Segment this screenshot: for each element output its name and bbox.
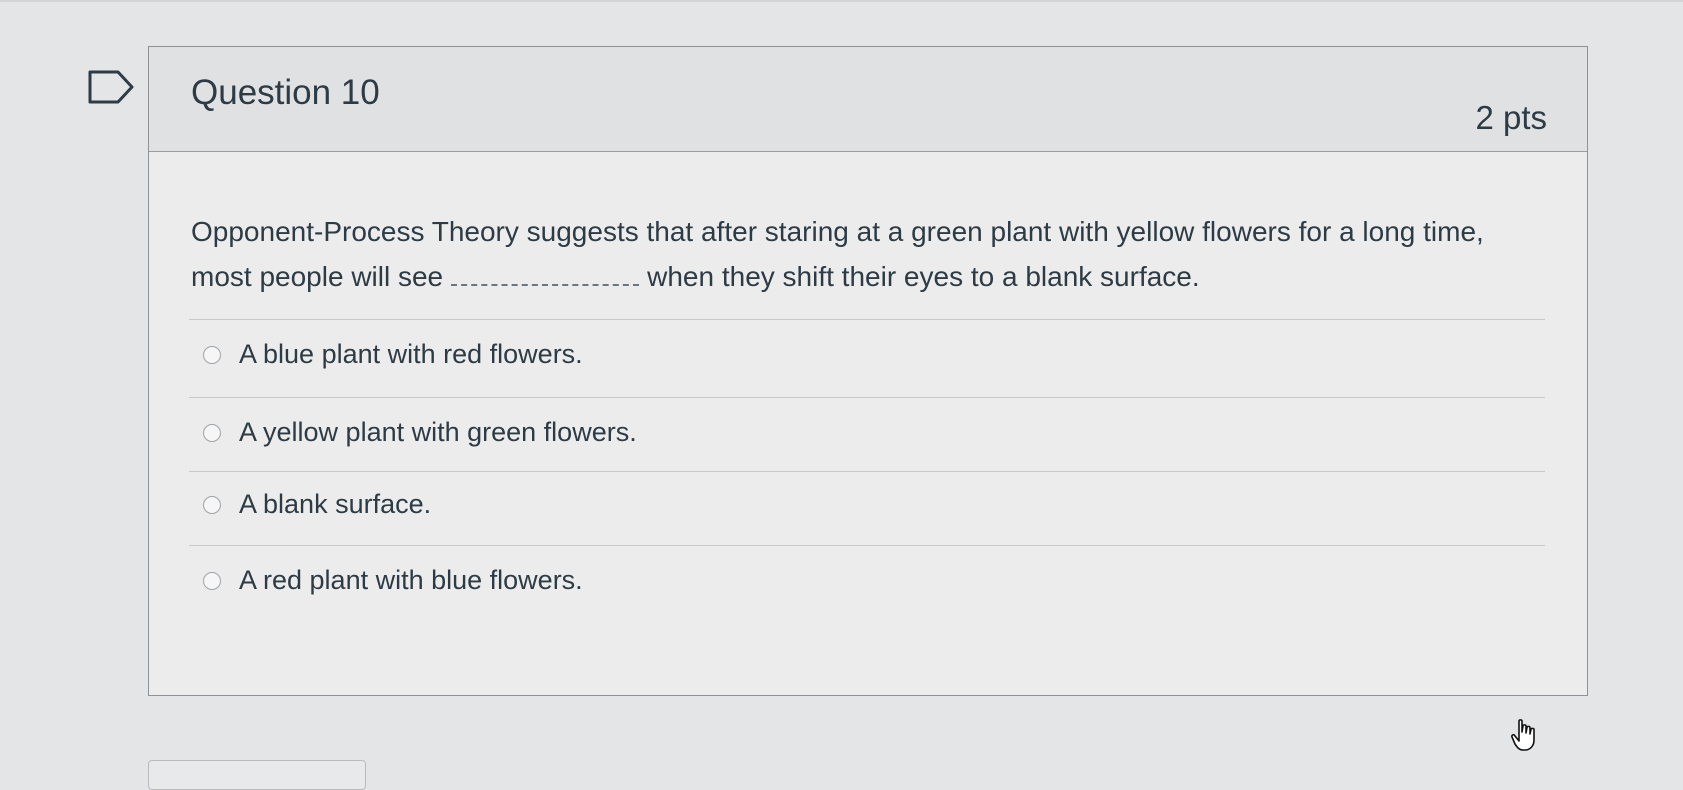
question-title: Question 10: [191, 73, 380, 112]
answer-label: A red plant with blue flowers.: [239, 565, 583, 595]
answer-label: A yellow plant with green flowers.: [239, 417, 637, 447]
question-points: 2 pts: [1475, 99, 1547, 136]
answer-divider: [189, 471, 1545, 472]
answer-option-4[interactable]: A red plant with blue flowers.: [203, 565, 583, 596]
hand-pointer-icon: [1511, 719, 1535, 751]
question-header: Question 10 2 pts: [149, 47, 1587, 152]
answer-label: A blank surface.: [239, 489, 432, 519]
radio-button[interactable]: [203, 571, 221, 590]
question-text: Opponent-Process Theory suggests that af…: [191, 209, 1541, 299]
question-text-after: when they shift their eyes to a blank su…: [647, 261, 1200, 292]
radio-button[interactable]: [203, 495, 221, 514]
flag-icon[interactable]: [88, 70, 134, 104]
question-card: Question 10 2 pts Opponent-Process Theor…: [148, 46, 1588, 696]
top-divider: [0, 0, 1683, 2]
answer-divider: [189, 545, 1545, 546]
answer-option-1[interactable]: A blue plant with red flowers.: [203, 339, 583, 370]
answer-option-3[interactable]: A blank surface.: [203, 489, 431, 520]
radio-button[interactable]: [203, 423, 221, 442]
answer-divider: [189, 397, 1545, 398]
radio-button[interactable]: [203, 345, 221, 364]
answer-divider: [189, 319, 1545, 320]
next-button[interactable]: [148, 760, 366, 790]
fill-in-blank: [451, 262, 640, 286]
answer-option-2[interactable]: A yellow plant with green flowers.: [203, 417, 637, 448]
answer-label: A blue plant with red flowers.: [239, 339, 583, 369]
